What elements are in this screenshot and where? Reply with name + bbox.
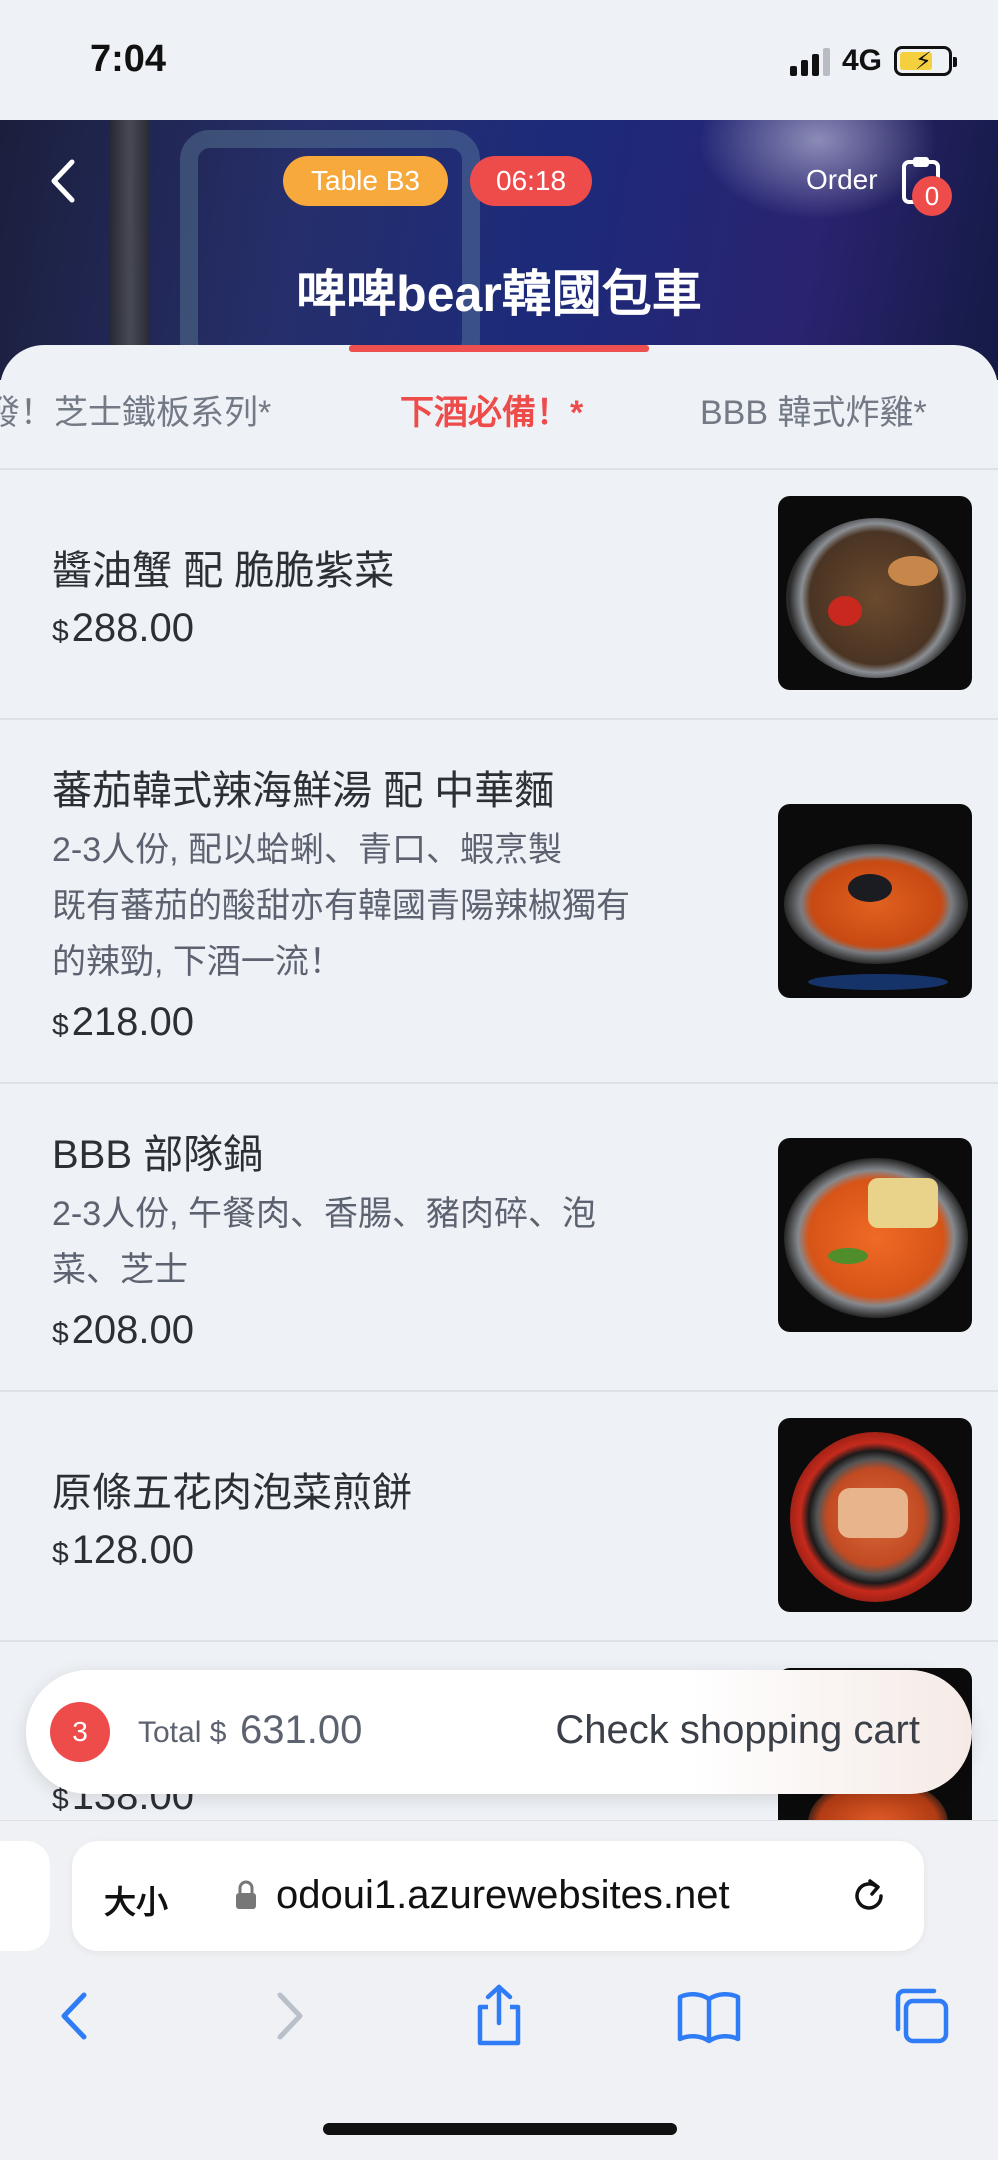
item-price: $218.00 [52,1000,195,1044]
item-price: $288.00 [52,606,195,650]
home-indicator [323,2123,677,2135]
category-tabs: 發！芝士鐵板系列* 下酒必備！* BBB 韓式炸雞* [0,345,998,470]
item-image-army-stew[interactable] [778,1138,972,1332]
shopping-cart-bar[interactable]: 3 Total $ 631.00 Check shopping cart [26,1670,972,1794]
menu-item[interactable]: 原條五花肉泡菜煎餅 $128.00 [0,1392,998,1642]
timer-badge: 06:18 [470,156,593,206]
address-bar[interactable]: 大小 odoui1.azurewebsites.net [72,1841,924,1951]
back-arrow-icon[interactable] [40,1981,110,2051]
item-image-seafood-soup[interactable] [778,804,972,998]
item-description: 2-3人份, 午餐肉、香腸、豬肉碎、泡 菜、芝士 [52,1195,597,1289]
network-type: 4G [841,44,882,77]
tab-drinking-snacks[interactable]: 下酒必備！* [400,385,583,434]
url-text[interactable]: odoui1.azurewebsites.net [276,1873,730,1918]
active-tab-indicator [349,345,649,352]
cart-count-badge: 3 [50,1702,110,1762]
item-image-kimchi-pancake[interactable] [778,1418,972,1612]
tabs-icon[interactable] [886,1981,956,2051]
item-name: 醬油蟹 配 脆脆紫菜 [52,549,395,593]
forward-arrow-icon[interactable] [254,1981,324,2051]
check-shopping-cart-button[interactable]: Check shopping cart [555,1708,920,1753]
store-header: Table B3 06:18 Order 0 啤啤bear韓國包車 [0,120,998,380]
status-indicators: 4G ⚡ [789,44,957,78]
browser-toolbar: 大小 odoui1.azurewebsites.net [0,1820,998,2160]
share-icon[interactable] [464,1981,534,2051]
item-name: 原條五花肉泡菜煎餅 [52,1471,412,1515]
status-time: 7:04 [90,38,167,80]
back-button[interactable] [44,156,84,206]
menu-list: 醬油蟹 配 脆脆紫菜 $288.00 蕃茄韓式辣海鮮湯 配 中華麵 2-3人份,… [0,470,998,1842]
text-size-button[interactable]: 大小 [104,1877,168,1923]
signal-icon [789,46,830,76]
browser-nav [0,1981,998,2081]
reload-icon[interactable] [848,1875,890,1917]
chevron-left-icon [51,159,75,203]
order-count-badge: 0 [912,176,952,216]
item-name: BBB 部隊鍋 [52,1133,264,1177]
lock-icon [236,1880,256,1909]
order-label[interactable]: Order [806,164,878,196]
cart-total-label: Total $ [138,1716,227,1749]
menu-item[interactable]: 蕃茄韓式辣海鮮湯 配 中華麵 2-3人份, 配以蛤蜊、青口、蝦烹製 既有蕃茄的酸… [0,720,998,1084]
tab-cheese-iron-plate[interactable]: 發！芝士鐵板系列* [0,385,271,434]
status-bar: 7:04 4G ⚡ [0,0,998,120]
bookmarks-icon[interactable] [674,1981,744,2051]
menu-item[interactable]: 醬油蟹 配 脆脆紫菜 $288.00 [0,470,998,720]
header-background-art [110,120,150,380]
item-price: $208.00 [52,1308,195,1352]
item-description: 2-3人份, 配以蛤蜊、青口、蝦烹製 既有蕃茄的酸甜亦有韓國青陽辣椒獨有 的辣勁… [52,831,630,981]
item-price: $128.00 [52,1528,195,1572]
item-name: 蕃茄韓式辣海鮮湯 配 中華麵 [52,769,555,813]
menu-item[interactable]: BBB 部隊鍋 2-3人份, 午餐肉、香腸、豬肉碎、泡 菜、芝士 $208.00 [0,1084,998,1392]
store-title: 啤啤bear韓國包車 [296,266,702,322]
battery-icon: ⚡ [894,46,957,76]
previous-tab-preview[interactable] [0,1841,50,1951]
table-badge: Table B3 [283,156,448,206]
item-image-soy-crab[interactable] [778,496,972,690]
cart-total-value: 631.00 [240,1708,363,1752]
tab-korean-fried-chicken[interactable]: BBB 韓式炸雞* [700,385,927,434]
